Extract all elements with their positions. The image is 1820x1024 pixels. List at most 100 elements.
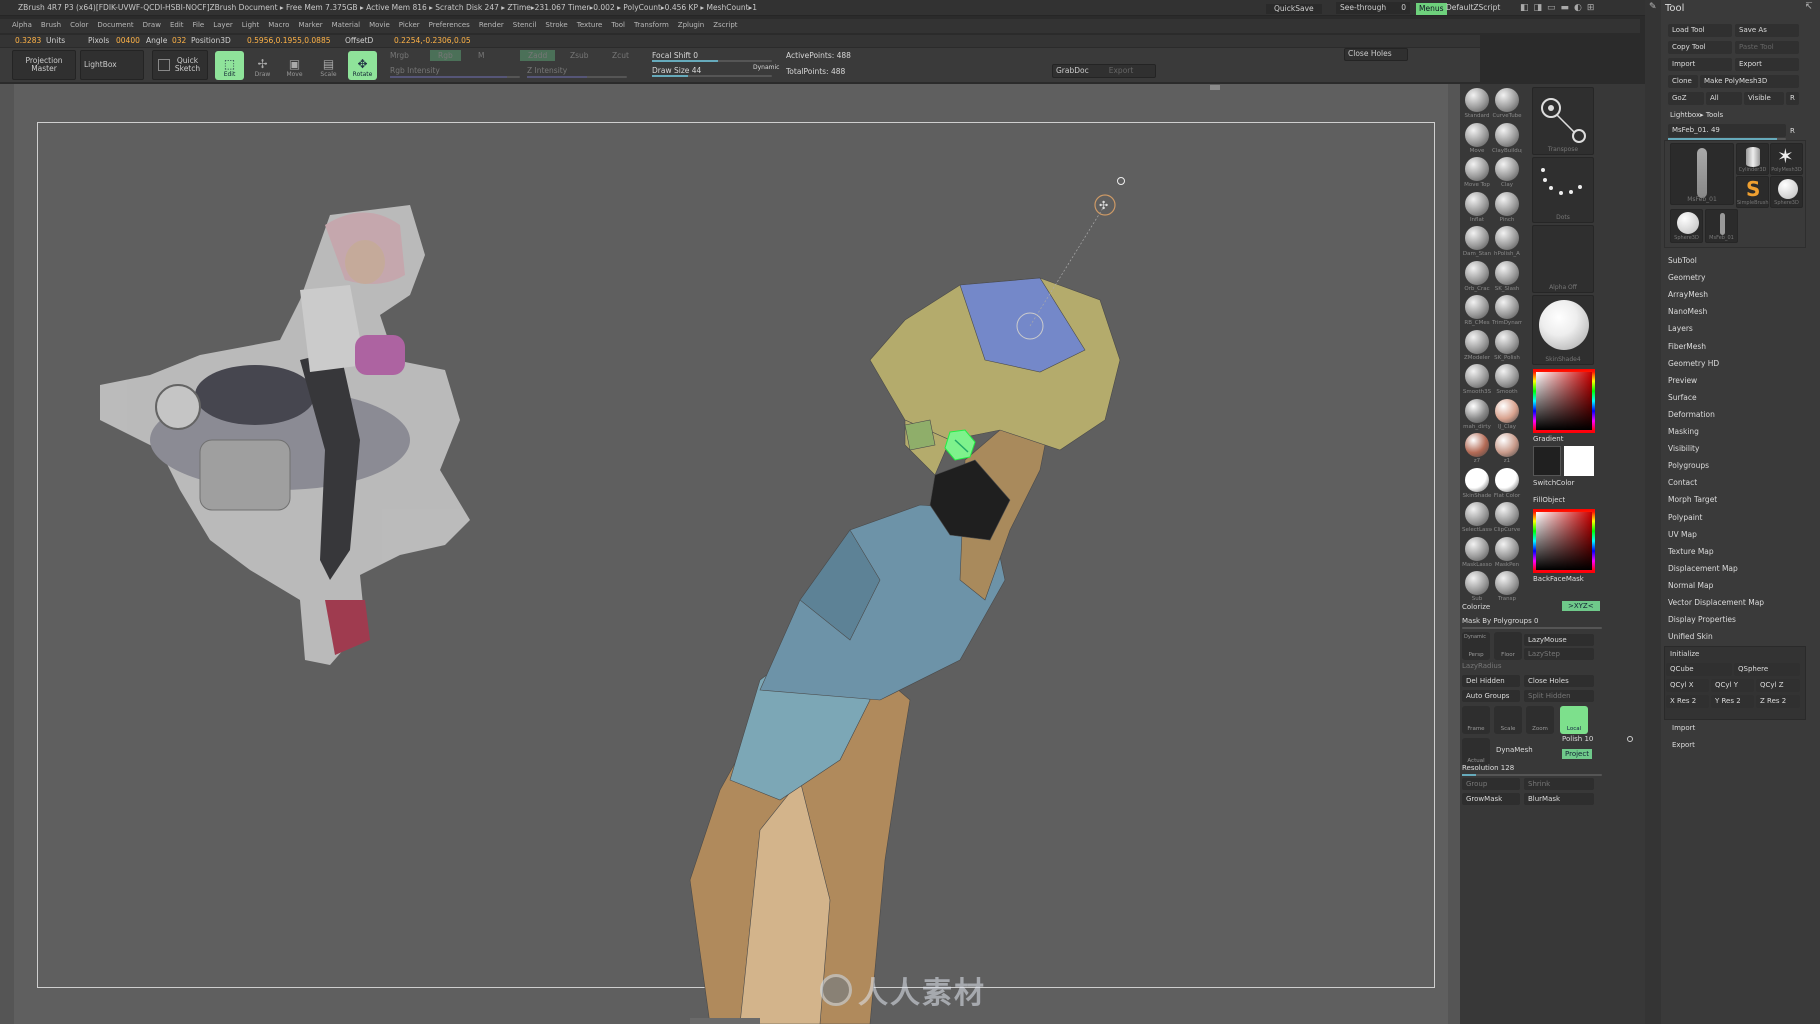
lightbox-button[interactable]: LightBox bbox=[80, 50, 144, 80]
lazystep-slider[interactable]: LazyStep bbox=[1524, 648, 1594, 660]
import-button[interactable]: Import bbox=[1668, 58, 1732, 71]
brush-slot[interactable]: MaskLasso bbox=[1462, 536, 1492, 573]
resolution-track[interactable] bbox=[1462, 774, 1602, 776]
rotate-button[interactable]: ✥ Rotate bbox=[348, 51, 377, 80]
brush-slot[interactable]: RB_CMes bbox=[1462, 295, 1492, 331]
brush-slot[interactable]: Orb_Crac bbox=[1462, 260, 1492, 297]
brush-slot[interactable]: Pinch bbox=[1492, 191, 1522, 228]
tool-section-header[interactable]: Surface bbox=[1668, 393, 1697, 402]
tool-section-header[interactable]: Texture Map bbox=[1668, 547, 1714, 556]
tool-section-header[interactable]: Visibility bbox=[1668, 444, 1699, 453]
switchcolor-label[interactable]: SwitchColor bbox=[1533, 479, 1574, 487]
material-tile[interactable]: SkinShade4 bbox=[1532, 295, 1594, 365]
z-res-slider[interactable]: Z Res 2 bbox=[1756, 695, 1800, 708]
tool-section-header[interactable]: Geometry bbox=[1668, 273, 1705, 282]
draw-size-slider[interactable]: Draw Size 44 bbox=[652, 66, 701, 75]
x-res-slider[interactable]: X Res 2 bbox=[1666, 695, 1709, 708]
secondary-color-swatch[interactable] bbox=[1564, 446, 1594, 476]
grabdoc-button[interactable]: GrabDoc Export bbox=[1052, 64, 1156, 78]
zoom-button[interactable]: Zoom bbox=[1526, 706, 1554, 734]
backfacemask-label[interactable]: BackFaceMask bbox=[1533, 575, 1584, 583]
mask-by-polygroups-track[interactable] bbox=[1462, 627, 1602, 629]
xyz-toggle[interactable]: >XYZ< bbox=[1562, 601, 1600, 611]
tool-section-header[interactable]: NanoMesh bbox=[1668, 307, 1707, 316]
dynamic-label[interactable]: Dynamic bbox=[753, 64, 779, 71]
menu-item[interactable]: Macro bbox=[268, 22, 289, 29]
dynamesh-button[interactable]: DynaMesh bbox=[1496, 746, 1533, 754]
tool-section-header[interactable]: Preview bbox=[1668, 376, 1697, 385]
edit-button[interactable]: ⬚ Edit bbox=[215, 51, 244, 80]
tool-section-header[interactable]: ArrayMesh bbox=[1668, 290, 1708, 299]
brush-slot[interactable]: Transp bbox=[1492, 571, 1522, 607]
rgb-intensity-slider[interactable]: Rgb Intensity bbox=[390, 66, 440, 75]
tool-section-header[interactable]: Polygroups bbox=[1668, 461, 1709, 470]
quicksave-button[interactable]: QuickSave bbox=[1266, 4, 1322, 14]
scale-button[interactable]: ▤ Scale bbox=[314, 51, 343, 80]
brush-slot[interactable]: Sub bbox=[1462, 571, 1492, 607]
qcyl-y-button[interactable]: QCyl Y bbox=[1711, 679, 1754, 692]
seethrough-slider[interactable]: See-through 0 bbox=[1336, 2, 1410, 14]
brush-slot[interactable]: SelectLasso bbox=[1462, 502, 1492, 538]
tool-section-header[interactable]: Unified Skin bbox=[1668, 632, 1713, 641]
tool-section-header[interactable]: Layers bbox=[1668, 324, 1693, 333]
brush-slot[interactable]: IJ_Clay bbox=[1492, 398, 1522, 435]
msfeb-thumb-2[interactable]: MsFeb_01 bbox=[1705, 209, 1738, 243]
export-button[interactable]: Export bbox=[1735, 58, 1799, 71]
brush-slot[interactable]: mah_dirty bbox=[1462, 398, 1492, 435]
menu-item[interactable]: Alpha bbox=[12, 22, 32, 29]
brush-slot[interactable]: SK_Slash bbox=[1492, 260, 1522, 297]
tool-section-header[interactable]: FiberMesh bbox=[1668, 342, 1706, 351]
rgb-intensity-track[interactable] bbox=[390, 76, 520, 78]
actual-button[interactable]: Actual bbox=[1462, 738, 1490, 766]
brush-slot[interactable]: Smooth3S bbox=[1462, 364, 1492, 400]
project-button[interactable]: Project bbox=[1562, 749, 1592, 759]
simplebrush-thumb[interactable]: S SimpleBrush bbox=[1736, 176, 1769, 208]
menu-item[interactable]: Tool bbox=[611, 22, 625, 29]
tool-section-header[interactable]: UV Map bbox=[1668, 530, 1697, 539]
qcyl-z-button[interactable]: QCyl Z bbox=[1756, 679, 1800, 692]
polymesh-thumb[interactable]: ✶ PolyMesh3D bbox=[1770, 143, 1803, 175]
stroke-dots-tile[interactable]: Dots bbox=[1532, 157, 1594, 223]
tool-section-header[interactable]: Normal Map bbox=[1668, 581, 1713, 590]
zsub-button[interactable]: Zsub bbox=[570, 51, 589, 60]
qsphere-button[interactable]: QSphere bbox=[1734, 663, 1800, 676]
resolution-slider[interactable]: Resolution 128 bbox=[1462, 764, 1514, 772]
mrgb-button[interactable]: Mrgb bbox=[390, 51, 409, 60]
menu-item[interactable]: Render bbox=[479, 22, 504, 29]
brush-slot[interactable]: Inflat bbox=[1462, 191, 1492, 228]
menu-item[interactable]: Edit bbox=[170, 22, 184, 29]
color-picker-secondary[interactable] bbox=[1533, 509, 1595, 573]
brush-slot[interactable]: Flat Color bbox=[1492, 467, 1522, 504]
bottom-scroll-handle[interactable] bbox=[690, 1018, 760, 1024]
blurmask-button[interactable]: BlurMask bbox=[1524, 793, 1594, 805]
menu-item[interactable]: Material bbox=[332, 22, 360, 29]
close-holes-button[interactable]: Close Holes bbox=[1524, 675, 1594, 687]
current-tool-thumb[interactable]: MsFeb_01 bbox=[1670, 143, 1734, 205]
brush-slot[interactable]: TrimDynam bbox=[1492, 295, 1522, 331]
script-label[interactable]: DefaultZScript bbox=[1446, 4, 1500, 12]
export-bottom-button[interactable]: Export bbox=[1672, 741, 1695, 749]
brush-slot[interactable]: Move bbox=[1462, 122, 1492, 159]
menus-toggle[interactable]: Menus bbox=[1416, 3, 1447, 15]
window-controls[interactable]: ◧◨▭▬◐⊞ bbox=[1520, 3, 1599, 13]
del-hidden-button[interactable]: Del Hidden bbox=[1462, 675, 1520, 687]
mask-by-polygroups-slider[interactable]: Mask By Polygroups 0 bbox=[1462, 617, 1538, 625]
r-button[interactable]: R bbox=[1786, 92, 1799, 105]
menu-item[interactable]: Movie bbox=[369, 22, 390, 29]
all-button[interactable]: All bbox=[1706, 92, 1742, 105]
visible-button[interactable]: Visible bbox=[1744, 92, 1784, 105]
zcut-button[interactable]: Zcut bbox=[612, 51, 629, 60]
brush-slot[interactable]: z7 bbox=[1462, 433, 1492, 469]
scale-view-button[interactable]: Scale bbox=[1494, 706, 1522, 734]
z-intensity-track[interactable] bbox=[527, 76, 627, 78]
floor-button[interactable]: Floor bbox=[1494, 632, 1522, 660]
load-tool-button[interactable]: Load Tool bbox=[1668, 24, 1732, 37]
brush-slot[interactable]: Dam_Stan bbox=[1462, 226, 1492, 262]
initialize-label[interactable]: Initialize bbox=[1670, 650, 1699, 658]
menu-item[interactable]: Stroke bbox=[545, 22, 567, 29]
colorize-label[interactable]: Colorize bbox=[1462, 603, 1490, 611]
split-hidden-button[interactable]: Split Hidden bbox=[1524, 690, 1594, 702]
tool-section-header[interactable]: Masking bbox=[1668, 427, 1699, 436]
lightbox-tools-button[interactable]: Lightbox▸ Tools bbox=[1670, 111, 1723, 119]
save-as-button[interactable]: Save As bbox=[1735, 24, 1799, 37]
